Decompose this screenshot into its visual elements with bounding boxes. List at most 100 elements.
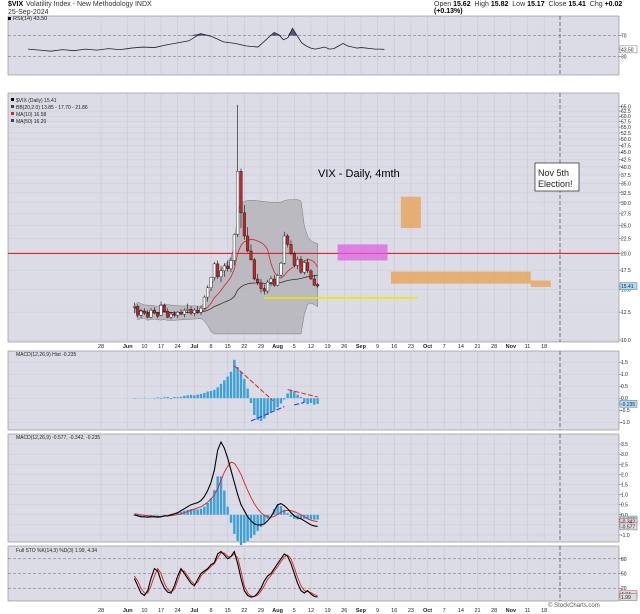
hist-bar xyxy=(179,396,183,399)
price-tick-label: 47.5 xyxy=(621,143,631,149)
x-axis-label: 28 xyxy=(98,344,104,350)
hist-value-label: -0.235 xyxy=(621,402,635,408)
candle-body xyxy=(219,270,223,277)
hist-bar xyxy=(196,394,199,399)
x-axis-label-bottom: 24 xyxy=(175,608,181,614)
highlight-box xyxy=(530,280,551,287)
hist-bar xyxy=(189,394,193,399)
price-tick-label: 35.0 xyxy=(621,182,631,188)
hist-bar xyxy=(183,395,186,399)
hist-bar xyxy=(206,391,209,399)
candle-body xyxy=(199,308,203,313)
price-legend-text: MA(50) 16.20 xyxy=(16,119,47,125)
candle-body xyxy=(242,212,246,237)
candle-body xyxy=(236,171,240,235)
hist-bar xyxy=(243,379,246,399)
x-axis-label: Jul xyxy=(190,344,198,350)
price-legend-swatch xyxy=(11,105,14,108)
hist-bar xyxy=(316,398,319,404)
hist-bar xyxy=(209,391,213,399)
chart-title: VIX - Daily, 4mth xyxy=(318,168,400,180)
x-axis-label-bottom: 23 xyxy=(408,608,414,614)
hist-bar xyxy=(186,395,189,399)
hist-bar xyxy=(293,391,296,399)
hist-tick-label: 1.5 xyxy=(621,360,628,366)
hist-legend-text: MACD(12,26,9) Hist -0.235 xyxy=(16,352,77,358)
x-axis-label: 16 xyxy=(391,344,397,350)
hist-bar xyxy=(299,397,303,399)
macd-tick-label: 1.5 xyxy=(621,482,628,488)
macd-value-label: -0.577 xyxy=(621,524,635,530)
hist-tick-label: 0.5 xyxy=(621,384,628,390)
hist-bar xyxy=(159,398,163,399)
price-legend-text: $VIX (Daily) 15.41 xyxy=(16,98,57,104)
x-axis-label: 9 xyxy=(376,344,379,350)
candle-body xyxy=(142,310,146,314)
x-axis-label: 28 xyxy=(491,344,497,350)
candle-body xyxy=(229,260,233,269)
hist-bar xyxy=(303,398,306,403)
hist-bar xyxy=(296,394,299,399)
candle-body xyxy=(266,281,270,292)
macd-hist-bar xyxy=(226,506,229,515)
stoch-tick-label: 50 xyxy=(621,572,627,578)
candle-body xyxy=(279,262,283,276)
macd-tick-label: 3.5 xyxy=(621,442,628,448)
x-axis-label: 17 xyxy=(158,344,164,350)
x-axis-label-bottom: 11 xyxy=(525,608,531,614)
rsi-legend: RSI(14) 43.50 xyxy=(8,16,47,22)
candle-body xyxy=(152,309,156,314)
hist-bar xyxy=(249,398,253,403)
candle-body xyxy=(196,309,200,313)
candle-body xyxy=(259,282,263,289)
election-annotation: Nov 5th xyxy=(538,168,569,178)
hist-tick-label: -0.5 xyxy=(621,408,630,414)
x-axis-label: Jun xyxy=(123,344,133,350)
candle-body xyxy=(192,309,196,314)
x-axis-label: 12 xyxy=(308,344,314,350)
hist-bar xyxy=(173,397,176,399)
candle-body xyxy=(252,259,256,280)
macd-hist-bar xyxy=(309,514,313,520)
price-tick-label: 30.0 xyxy=(621,201,631,207)
macd-hist-bar xyxy=(233,514,236,534)
x-axis-label: Oct xyxy=(423,344,432,350)
macd-hist-bar xyxy=(223,490,226,515)
macd-legend-text: MACD(12,26,9) -0.577, -0.342, -0.235 xyxy=(16,435,100,441)
candle-body xyxy=(272,278,276,286)
candle-body xyxy=(162,305,166,312)
candle-body xyxy=(149,309,153,318)
x-axis-label-bottom: 29 xyxy=(258,608,264,614)
candle-body xyxy=(176,311,180,316)
candle-body xyxy=(292,253,296,266)
x-axis-label-bottom: 14 xyxy=(458,608,464,614)
x-axis-label: 26 xyxy=(341,344,347,350)
hist-bar xyxy=(309,398,313,403)
macd-hist-bar xyxy=(253,514,256,535)
candle-body xyxy=(136,306,140,316)
x-axis-label: 10 xyxy=(141,344,147,350)
candle-body xyxy=(299,258,303,273)
rsi-legend-text: RSI(14) 43.50 xyxy=(13,16,47,22)
macd-hist-bar xyxy=(239,514,243,546)
macd-hist-bar xyxy=(149,514,153,516)
candle-body xyxy=(206,287,210,298)
stock-chart: 703043.50RSI(14) 43.5065.062.560.057.555… xyxy=(7,15,638,614)
x-axis-label: 14 xyxy=(458,344,464,350)
candle-body xyxy=(256,278,260,284)
x-axis-label-bottom: Oct xyxy=(423,608,432,614)
macd-hist-bar xyxy=(289,514,293,517)
x-axis-label-bottom: 18 xyxy=(541,608,547,614)
x-axis-label-bottom: 28 xyxy=(491,608,497,614)
x-axis-label-bottom: Aug xyxy=(272,608,283,614)
x-axis-label: 24 xyxy=(175,344,181,350)
x-axis-label-bottom: 16 xyxy=(391,608,397,614)
hist-bar xyxy=(279,398,283,404)
x-axis-label-bottom: 12 xyxy=(308,608,314,614)
price-legend-swatch xyxy=(11,112,14,115)
hist-bar xyxy=(269,398,273,413)
price-tick-label: 25.0 xyxy=(621,224,631,230)
candle-body xyxy=(246,235,250,252)
stoch-tick-label: 80 xyxy=(621,557,627,563)
candle-body xyxy=(262,288,266,292)
